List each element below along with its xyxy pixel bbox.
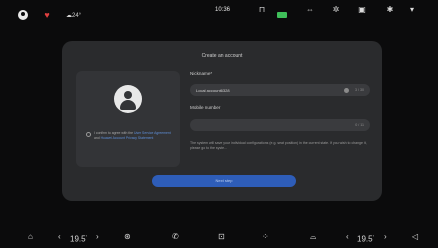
seat-heat-icon[interactable]: ⊛ [124,232,131,242]
weather-temp: 24° [72,12,82,19]
weather: ☁24° [66,12,82,19]
left-temp-value: 19.5 [70,234,86,244]
heart-icon[interactable]: ♥ [42,10,52,20]
clear-icon[interactable] [344,87,349,93]
mobile-number-field[interactable]: 0 / 11 [190,119,370,131]
screen: ♥ ☁24° 10:36 ⊓ ⇔ ✲ ▣ ✱ ▾ Create an accou… [0,0,438,248]
avatar-icon[interactable] [18,10,28,20]
temp-up-right-icon[interactable]: › [384,232,387,242]
service-agreement-link[interactable]: User Service Agreement [134,131,171,135]
agreement-middle: and [94,135,101,140]
agreement-row: I confirm to agree with the User Service… [86,131,176,140]
volume-icon[interactable]: ◁ [412,232,418,242]
nickname-counter: 3 / 30 [355,88,364,92]
nickname-field[interactable]: Local account6328 3 / 30 [190,84,370,96]
right-temperature: 19.5° [357,232,374,245]
nickname-value: Local account6328 [196,87,230,93]
left-temperature: 19.5° [70,232,87,245]
privacy-statement-link[interactable]: Huawei Account Privacy Statement [101,136,154,140]
bluetooth-icon[interactable]: ✱ [385,5,395,15]
dialog-title: Create an account [201,53,243,59]
temp-down-left-icon[interactable]: ‹ [58,232,61,242]
wifi-icon[interactable]: ▾ [407,5,417,15]
right-temp-value: 19.5 [357,234,373,244]
mobile-counter: 0 / 11 [355,123,364,127]
clock: 10:36 [215,7,231,13]
profile-panel: I confirm to agree with the User Service… [76,71,180,167]
camera-icon[interactable]: ▣ [357,5,367,15]
signal-icon: ⇔ [306,5,314,14]
status-bar: ♥ ☁24° 10:36 ⊓ ⇔ ✲ ▣ ✱ ▾ [0,0,438,30]
mobile-label: Mobile number [190,105,221,110]
status-left: ♥ ☁24° [18,10,81,20]
agreement-checkbox[interactable] [86,132,91,137]
temp-down-right-icon[interactable]: ‹ [346,232,349,242]
phone-icon[interactable]: ✆ [172,232,179,242]
apps-icon[interactable]: ⁘ [262,232,269,242]
agreement-text: I confirm to agree with the User Service… [94,131,176,140]
left-temp-degree: ° [85,234,88,239]
next-step-button[interactable]: Next step [152,175,296,187]
profile-avatar-icon[interactable] [114,85,142,113]
lock-icon[interactable]: ⊓ [257,5,267,15]
create-account-dialog: Create an account I confirm to agree wit… [62,41,382,201]
home-icon[interactable]: ⌂ [28,232,33,242]
battery-icon [277,12,287,18]
temp-up-left-icon[interactable]: › [96,232,99,242]
agreement-prefix: I confirm to agree with the [94,131,134,135]
settings-icon[interactable]: ✲ [331,5,341,15]
car-icon[interactable]: ⊡ [218,232,225,242]
car-side-icon[interactable]: ⌓ [310,232,316,242]
right-temp-degree: ° [372,234,375,239]
nickname-label: Nickname* [190,71,213,76]
config-hint: The system will save your individual con… [190,141,367,150]
